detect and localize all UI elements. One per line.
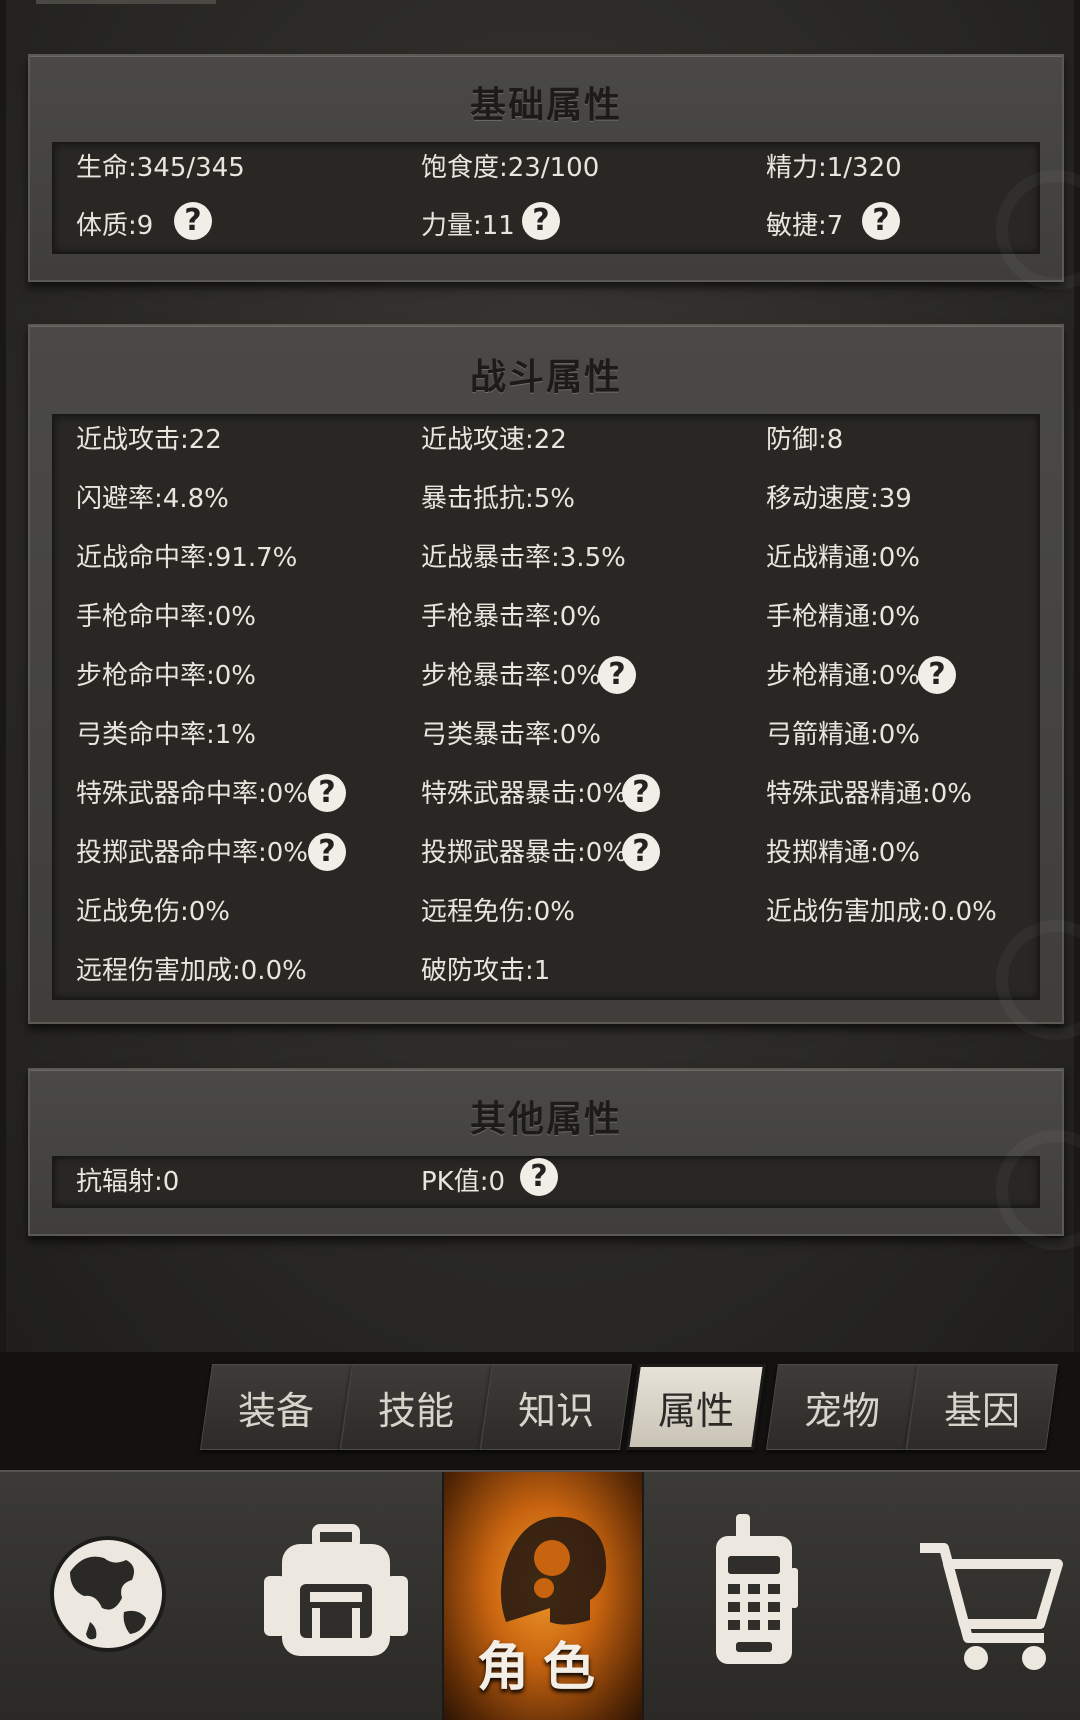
combat-stat: 投掷武器命中率:0% <box>76 838 309 868</box>
combat-stat: 弓箭精通:0% <box>766 720 921 750</box>
bottom-navigation: 角色 <box>0 1470 1080 1720</box>
combat-stat: 弓类暴击率:0% <box>421 720 602 750</box>
combat-stat: 近战攻击:22 <box>76 425 222 455</box>
combat-stat: 手枪命中率:0% <box>76 602 257 632</box>
combat-stat: 远程免伤:0% <box>421 897 576 927</box>
help-icon[interactable]: ? <box>174 202 212 240</box>
stat-radiation-resistance: 抗辐射:0 <box>76 1167 180 1197</box>
combat-stat: 移动速度:39 <box>766 484 912 514</box>
top-divider <box>36 0 216 4</box>
nav-character-button[interactable]: 角色 <box>442 1472 644 1720</box>
stat-satiety: 饱食度:23/100 <box>421 153 600 183</box>
help-icon[interactable]: ? <box>308 833 346 871</box>
nav-radio-button[interactable] <box>644 1472 858 1720</box>
stat-energy: 精力:1/320 <box>766 153 902 183</box>
basic-attributes-list: 生命:345/345 饱食度:23/100 精力:1/320 体质:9 ? 力量… <box>52 142 1040 254</box>
basic-attributes-title: 基础属性 <box>469 85 622 126</box>
help-icon[interactable]: ? <box>622 833 660 871</box>
combat-stat: 闪避率:4.8% <box>76 484 229 514</box>
combat-attributes-list: 近战攻击:22 近战攻速:22 防御:8 闪避率:4.8% 暴击抵抗:5% 移动速度:39… <box>52 414 1040 1000</box>
other-attributes-title: 其他属性 <box>469 1099 622 1140</box>
help-icon[interactable]: ? <box>622 774 660 812</box>
stat-life: 生命:345/345 <box>76 153 245 183</box>
combat-stat: 弓类命中率:1% <box>76 720 257 750</box>
tab-pets[interactable]: 宠物 <box>765 1364 919 1450</box>
combat-stat: 步枪暴击率:0% <box>421 661 602 691</box>
tab-label: 知识 <box>517 1388 594 1433</box>
stat-agility: 敏捷:7 <box>766 211 844 241</box>
tab-genes[interactable]: 基因 <box>905 1364 1059 1450</box>
backpack-icon <box>264 1524 408 1656</box>
combat-stat: 投掷精通:0% <box>766 838 921 868</box>
combat-attributes-title: 战斗属性 <box>469 357 622 398</box>
combat-stat: 暴击抵抗:5% <box>421 484 576 514</box>
combat-stat: 近战命中率:91.7% <box>76 543 298 573</box>
combat-stat: 步枪命中率:0% <box>76 661 257 691</box>
tab-label: 装备 <box>237 1388 314 1433</box>
cart-icon <box>920 1543 1063 1670</box>
help-icon[interactable]: ? <box>598 656 636 694</box>
tab-knowledge[interactable]: 知识 <box>479 1364 633 1450</box>
combat-stat: 近战免伤:0% <box>76 897 231 927</box>
tab-label: 宠物 <box>803 1388 880 1433</box>
help-icon[interactable]: ? <box>522 202 560 240</box>
nav-shop-button[interactable] <box>858 1472 1080 1720</box>
stat-strength: 力量:11 <box>421 211 515 241</box>
sub-tab-bar: 装备 技能 知识 属性 宠物 基因 <box>0 1352 1080 1470</box>
nav-character-label: 角色 <box>476 1638 609 1698</box>
combat-stat: 手枪精通:0% <box>766 602 921 632</box>
help-icon[interactable]: ? <box>918 656 956 694</box>
combat-stat: 特殊武器精通:0% <box>766 779 973 809</box>
other-attributes-panel: 其他属性 抗辐射:0 PK值:0 ? <box>28 1068 1064 1236</box>
combat-stat: 近战伤害加成:0.0% <box>766 897 997 927</box>
tab-skills[interactable]: 技能 <box>339 1364 493 1450</box>
basic-attributes-panel: 基础属性 生命:345/345 饱食度:23/100 精力:1/320 体质:9… <box>28 54 1064 282</box>
nav-world-button[interactable] <box>0 1472 220 1720</box>
tab-equipment[interactable]: 装备 <box>199 1364 353 1450</box>
tab-label: 属性 <box>657 1388 734 1433</box>
combat-stat: 投掷武器暴击:0% <box>421 838 628 868</box>
combat-stat: 近战精通:0% <box>766 543 921 573</box>
help-icon[interactable]: ? <box>862 202 900 240</box>
attributes-screen: 基础属性 生命:345/345 饱食度:23/100 精力:1/320 体质:9… <box>0 0 1080 1352</box>
stat-constitution: 体质:9 <box>76 211 154 241</box>
combat-attributes-panel: 战斗属性 近战攻击:22 近战攻速:22 防御:8 闪避率:4.8% 暴击抵抗:5% 移动… <box>28 324 1064 1024</box>
combat-stat: 近战攻速:22 <box>421 425 567 455</box>
combat-stat: 破防攻击:1 <box>421 956 551 986</box>
combat-stat: 近战暴击率:3.5% <box>421 543 626 573</box>
other-attributes-list: 抗辐射:0 PK值:0 ? <box>52 1156 1040 1208</box>
globe-icon <box>50 1536 166 1652</box>
combat-stat: 特殊武器暴击:0% <box>421 779 628 809</box>
help-icon[interactable]: ? <box>520 1158 558 1196</box>
combat-stat: 手枪暴击率:0% <box>421 602 602 632</box>
tab-label: 基因 <box>943 1388 1020 1433</box>
stat-pk-value: PK值:0 <box>421 1167 506 1197</box>
combat-stat: 特殊武器命中率:0% <box>76 779 309 809</box>
combat-stat: 远程伤害加成:0.0% <box>76 956 307 986</box>
combat-stat: 防御:8 <box>766 425 844 455</box>
walkie-talkie-icon <box>716 1514 798 1664</box>
tab-attributes[interactable]: 属性 <box>625 1364 767 1450</box>
nav-backpack-button[interactable] <box>220 1472 442 1720</box>
combat-stat: 步枪精通:0% <box>766 661 921 691</box>
help-icon[interactable]: ? <box>308 774 346 812</box>
tab-label: 技能 <box>377 1388 454 1433</box>
